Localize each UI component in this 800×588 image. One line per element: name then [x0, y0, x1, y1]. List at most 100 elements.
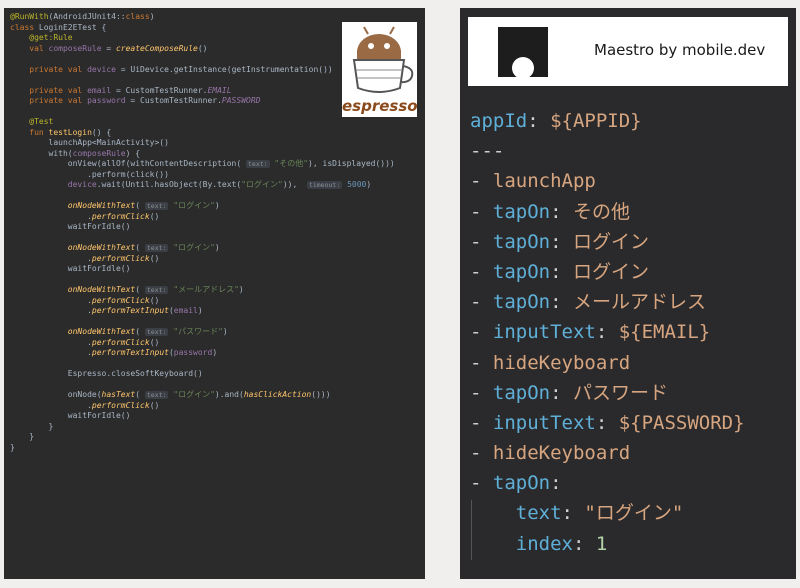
code-line: .performClick(): [10, 212, 395, 223]
code-token: (: [135, 201, 145, 210]
param-hint: timeout:: [306, 181, 343, 189]
code-token: ): [214, 201, 220, 210]
code-token: hasText: [101, 390, 136, 399]
code-token: ), isDisplayed())): [308, 159, 395, 168]
yaml-line: - tapOn: ログイン: [470, 227, 745, 257]
code-token: (: [135, 243, 145, 252]
yaml-line: - inputText: ${EMAIL}: [470, 317, 745, 347]
code-token: (): [149, 400, 160, 410]
code-token: waitForIdle(): [67, 222, 131, 231]
code-token: composeRule: [72, 148, 126, 158]
yaml-token: :: [550, 291, 573, 314]
yaml-token: ${EMAIL}: [618, 321, 711, 344]
code-token: ())): [311, 390, 331, 399]
code-token: performClick: [91, 400, 150, 410]
code-token: "パスワード": [168, 327, 223, 336]
code-token: waitForIdle(): [67, 411, 131, 420]
code-token: "ログイン": [168, 390, 215, 399]
yaml-line: - tapOn: パスワード: [470, 378, 745, 408]
code-token: performClick: [91, 337, 150, 347]
code-token: (: [135, 285, 145, 294]
code-line: Espresso.closeSoftKeyboard(): [10, 369, 395, 380]
code-token: (: [135, 327, 145, 336]
param-hint: text:: [144, 202, 169, 210]
yaml-token: text: [515, 502, 562, 525]
espresso-code-panel: @RunWith(AndroidJUnit4::class) class Logi…: [4, 8, 425, 579]
yaml-token: [470, 502, 516, 524]
code-line: with(composeRule) {: [10, 149, 395, 160]
yaml-token: :: [550, 200, 573, 223]
yaml-line: - hideKeyboard: [470, 438, 745, 468]
code-token: performClick: [91, 211, 150, 221]
maestro-header-title: Maestro by mobile.dev: [594, 41, 766, 59]
param-hint: text:: [246, 160, 270, 168]
indent-guide: [471, 500, 472, 560]
code-token: onNodeWithText: [67, 243, 136, 252]
yaml-token: -: [470, 170, 493, 193]
code-token: "その他": [269, 159, 309, 168]
code-token: }: [29, 432, 35, 441]
param-hint: text:: [144, 244, 169, 252]
yaml-token: hideKeyboard: [492, 442, 631, 465]
code-line: @RunWith(AndroidJUnit4::class): [10, 12, 395, 23]
code-token: onNodeWithText: [67, 201, 136, 210]
code-token: ).and(: [214, 390, 244, 399]
yaml-token: -: [470, 442, 493, 465]
code-token: createComposeRule: [115, 43, 198, 53]
code-token: Espresso.closeSoftKeyboard(): [67, 369, 203, 378]
code-token: "ログイン": [168, 243, 215, 252]
code-token: password: [173, 348, 213, 357]
yaml-token: inputText: [492, 321, 596, 344]
code-line: fun testLogin() {: [10, 128, 395, 139]
yaml-token: -: [470, 321, 493, 344]
code-token: ): [366, 180, 372, 189]
yaml-token: メールアドレス: [572, 291, 706, 314]
yaml-token: [470, 533, 516, 555]
code-line: onNodeWithText( text: "ログイン"): [10, 243, 395, 254]
code-token: fun: [29, 127, 49, 137]
code-token: =: [101, 43, 116, 53]
yaml-token: -: [470, 351, 493, 374]
code-line: .perform(click()): [10, 170, 395, 181]
code-token: "メールアドレス": [168, 285, 239, 294]
param-hint: text:: [144, 328, 169, 336]
code-token: onNodeWithText: [67, 327, 136, 336]
code-line: .performClick(): [10, 401, 395, 412]
code-line: val composeRule = createComposeRule(): [10, 44, 395, 55]
yaml-token: tapOn: [492, 472, 551, 495]
code-line: waitForIdle(): [10, 264, 395, 275]
code-token: waitForIdle(): [67, 264, 131, 273]
yaml-token: :: [550, 472, 562, 495]
yaml-token: ${APPID}: [550, 110, 642, 132]
yaml-line: ---: [470, 136, 745, 166]
code-token: }: [10, 442, 15, 452]
yaml-token: "ログイン": [584, 502, 684, 525]
code-line: .performTextInput(password): [10, 348, 395, 359]
maestro-panel: Maestro by mobile.dev appId: ${APPID} ---…: [460, 8, 796, 579]
yaml-token: ログイン: [572, 260, 649, 283]
code-token: testLogin: [48, 127, 92, 137]
yaml-line: - launchApp: [470, 166, 745, 196]
code-line: waitForIdle(): [10, 222, 395, 233]
code-token: onView(allOf(withContentDescription(: [67, 159, 247, 168]
code-token: PASSWORD: [221, 96, 261, 105]
yaml-token: :: [550, 260, 573, 283]
espresso-logo-text: espresso: [342, 97, 418, 115]
code-token: ): [214, 243, 220, 252]
code-token: }: [48, 421, 54, 431]
yaml-token: 1: [595, 532, 608, 555]
code-token: private val: [29, 96, 88, 105]
yaml-line: - tapOn:: [470, 468, 745, 498]
yaml-token: ログイン: [572, 230, 649, 253]
code-line: launchApp<MainActivity>(): [10, 138, 395, 149]
code-line: }: [10, 443, 395, 454]
code-token: class: [10, 22, 39, 32]
code-line: onNodeWithText( text: "パスワード"): [10, 327, 395, 338]
code-token: hasClickAction: [243, 390, 312, 399]
